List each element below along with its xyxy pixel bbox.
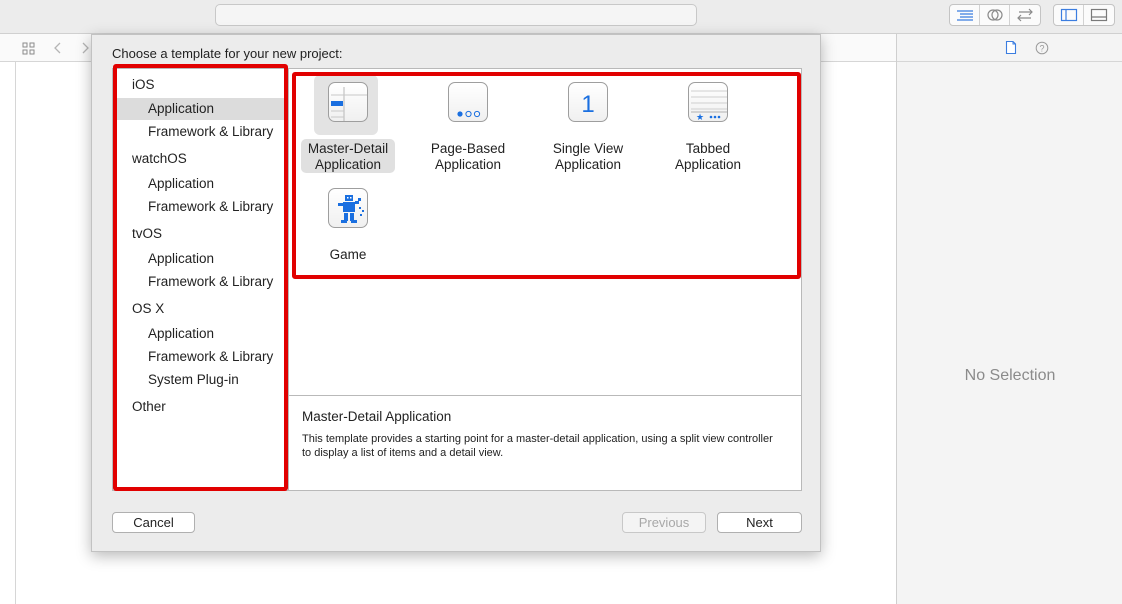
- no-selection-label: No Selection: [964, 367, 1056, 384]
- chevron-right-icon: [82, 42, 89, 54]
- standard-editor-icon: [956, 10, 973, 21]
- next-button[interactable]: Next: [717, 512, 802, 533]
- cancel-button[interactable]: Cancel: [112, 512, 195, 533]
- inspector-tabs: ?: [897, 34, 1122, 62]
- standard-editor-button[interactable]: [950, 5, 980, 25]
- help-icon: ?: [1035, 41, 1049, 55]
- chevron-left-icon: [54, 42, 61, 54]
- template-description: Master-Detail Application This template …: [289, 395, 801, 490]
- xcode-toolbar: [0, 0, 1122, 34]
- assistant-editor-icon: [986, 9, 1003, 21]
- debug-toggle-button[interactable]: [1084, 5, 1114, 25]
- navigator-panel-icon: [1060, 8, 1077, 22]
- editor-mode-group: [949, 4, 1041, 26]
- version-editor-icon: [1017, 8, 1033, 22]
- editor-edge: [15, 62, 16, 604]
- activity-viewer: [215, 4, 697, 26]
- view-toggle-group: [1053, 4, 1115, 26]
- file-icon: [1005, 40, 1017, 55]
- forward-button[interactable]: [78, 41, 92, 55]
- annotation-box-templates: [292, 72, 801, 279]
- quick-help-tab[interactable]: ?: [1035, 41, 1049, 60]
- back-button[interactable]: [51, 41, 65, 55]
- related-items-button[interactable]: [21, 41, 35, 55]
- sheet-title: Choose a template for your new project:: [112, 46, 343, 61]
- svg-text:?: ?: [1039, 44, 1044, 54]
- annotation-box-sidebar: [113, 64, 288, 491]
- inspector-panel: ? No Selection: [896, 34, 1122, 604]
- version-editor-button[interactable]: [1010, 5, 1040, 25]
- description-text: This template provides a starting point …: [302, 433, 773, 459]
- navigator-toggle-button[interactable]: [1054, 5, 1084, 25]
- grid-icon: [22, 42, 34, 54]
- previous-button[interactable]: Previous: [622, 512, 706, 533]
- assistant-editor-button[interactable]: [980, 5, 1010, 25]
- debug-panel-icon: [1090, 8, 1108, 22]
- description-title: Master-Detail Application: [302, 409, 452, 424]
- file-inspector-tab[interactable]: [1005, 40, 1017, 60]
